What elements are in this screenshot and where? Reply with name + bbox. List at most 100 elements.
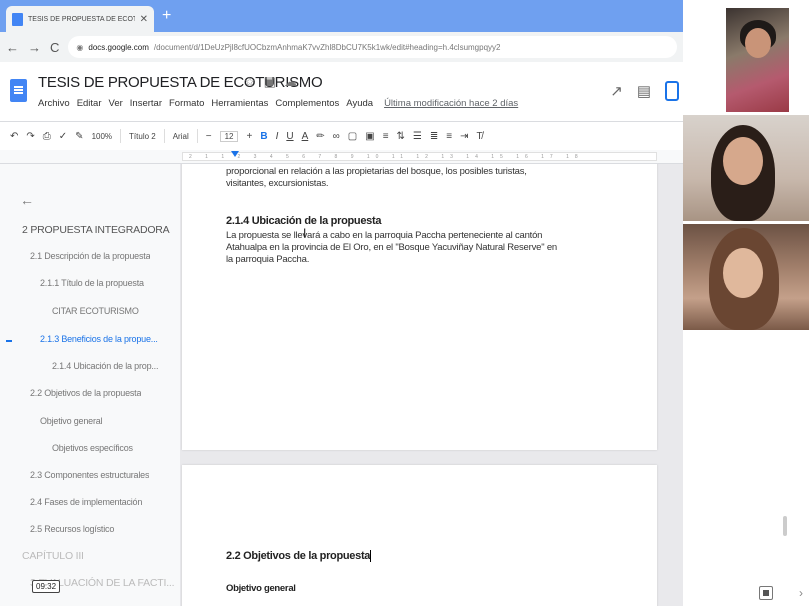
docs-header: TESIS DE PROPUESTA DE ECOTURISMO ☆ ▣ ☁ A… (0, 62, 683, 122)
header-actions: ↗ ▤ (610, 81, 679, 101)
outline-item-active[interactable]: 2.1.3 Beneficios de la propue... (40, 334, 158, 344)
toolbar-divider (163, 129, 165, 143)
menu-insertar[interactable]: Insertar (130, 98, 162, 109)
menu-ayuda[interactable]: Ayuda (346, 98, 373, 109)
outline-item[interactable]: Objetivos específicos (52, 443, 133, 453)
comment-add-icon[interactable]: ▢ (348, 131, 357, 142)
chevron-right-icon[interactable]: › (799, 586, 803, 600)
participant-face (723, 137, 763, 185)
url-input[interactable]: ◉ docs.google.com/document/d/1DeUzPjl8cf… (68, 36, 677, 58)
explore-button[interactable] (759, 586, 773, 600)
indent-icon[interactable]: ⇥ (460, 131, 468, 142)
link-icon[interactable]: ∞ (333, 131, 340, 142)
image-icon[interactable]: ▣ (365, 131, 374, 142)
outline-item[interactable]: 2.1.4 Ubicación de la prop... (52, 361, 158, 371)
clear-format-icon[interactable]: T̸ (477, 131, 483, 142)
formatting-toolbar: ↶ ↷ ⎙ ✓ ✎ 100% Título 2 Arial − 12 + B I… (0, 122, 683, 150)
close-outline-icon[interactable]: ← (20, 192, 34, 208)
underline-icon[interactable]: U (286, 131, 293, 142)
text-color-icon[interactable]: A (302, 131, 309, 142)
outline-item[interactable]: 2 PROPUESTA INTEGRADORA (22, 224, 170, 236)
checklist-icon[interactable]: ☰ (413, 131, 422, 142)
outline-item[interactable]: 2.5 Recursos logístico (30, 524, 114, 534)
outline-item[interactable]: 2.2 Objetivos de la propuesta (30, 388, 141, 398)
paragraph[interactable]: La propuesta se llevará a cabo en la par… (226, 230, 566, 266)
font-size-increase-icon[interactable]: + (246, 131, 252, 142)
new-tab-button[interactable]: + (162, 8, 171, 24)
menu-editar[interactable]: Editar (77, 98, 102, 109)
forward-icon[interactable]: → (28, 40, 41, 55)
tab-close-icon[interactable]: ✕ (140, 14, 148, 25)
menu-archivo[interactable]: Archivo (38, 98, 70, 109)
section-heading[interactable]: 2.2 Objetivos de la propuesta (226, 550, 372, 563)
docs-favicon-icon (12, 12, 23, 26)
clock-badge: 09:32 (32, 580, 61, 593)
document-page[interactable]: proporcional en relación a las propietar… (182, 164, 657, 450)
ruler-scale: 2 1 1 2 3 4 5 6 7 8 9 10 11 12 13 14 15 … (182, 152, 657, 161)
folder-icon[interactable]: ▣ (264, 74, 276, 90)
heading-text: 2.2 Objetivos de la propuesta (226, 550, 371, 562)
participant-video[interactable] (726, 8, 789, 112)
star-icon[interactable]: ☆ (244, 74, 256, 90)
address-bar-row: ← → C ◉ docs.google.com/document/d/1DeUz… (0, 32, 683, 62)
outline-item[interactable]: CITAR ECOTURISMO (52, 306, 139, 316)
font-size-input[interactable]: 12 (219, 130, 239, 142)
toolbar-divider (120, 129, 122, 143)
outline-item[interactable]: CAPÍTULO III (22, 550, 84, 562)
font-size-decrease-icon[interactable]: − (206, 131, 212, 142)
docs-logo-icon[interactable] (10, 79, 27, 102)
bullet-list-icon[interactable]: ≣ (430, 131, 438, 142)
undo-icon[interactable]: ↶ (10, 131, 18, 142)
url-domain: docs.google.com (88, 42, 149, 52)
back-icon[interactable]: ← (6, 40, 19, 55)
document-canvas[interactable]: proporcional en relación a las propietar… (180, 164, 683, 606)
activity-icon[interactable]: ↗ (610, 82, 623, 100)
document-page[interactable]: 2.2 Objetivos de la propuesta Objetivo g… (182, 465, 657, 606)
redo-icon[interactable]: ↷ (26, 131, 34, 142)
browser-tab[interactable]: TESIS DE PROPUESTA DE ECOTU ✕ (6, 6, 154, 32)
menu-complementos[interactable]: Complementos (275, 98, 339, 109)
participant-video[interactable] (683, 224, 809, 330)
paragraph[interactable]: proporcional en relación a las propietar… (226, 166, 566, 190)
font-select[interactable]: Arial (173, 132, 189, 141)
reload-icon[interactable]: C (50, 40, 59, 55)
zoom-select[interactable]: 100% (92, 132, 112, 141)
numbered-list-icon[interactable]: ≡ (446, 131, 452, 142)
comments-icon[interactable]: ▤ (637, 82, 651, 100)
menu-herramientas[interactable]: Herramientas (211, 98, 268, 109)
menu-ver[interactable]: Ver (109, 98, 123, 109)
video-call-panel: › (683, 0, 809, 606)
ruler: 2 1 1 2 3 4 5 6 7 8 9 10 11 12 13 14 15 … (0, 150, 683, 164)
participant-video[interactable] (683, 115, 809, 221)
outline-item[interactable]: 2.4 Fases de implementación (30, 497, 142, 507)
document-outline: ← 2 PROPUESTA INTEGRADORA 2.1 Descripció… (0, 164, 180, 606)
indent-marker-icon[interactable] (231, 151, 239, 157)
menu-formato[interactable]: Formato (169, 98, 204, 109)
participant-face (745, 28, 771, 58)
browser-tab-strip: TESIS DE PROPUESTA DE ECOTU ✕ + (0, 0, 683, 32)
align-icon[interactable]: ≡ (383, 131, 389, 142)
tab-title: TESIS DE PROPUESTA DE ECOTU (28, 15, 135, 23)
spellcheck-icon[interactable]: ✓ (59, 131, 67, 142)
outline-item[interactable]: 2.1.1 Título de la propuesta (40, 278, 144, 288)
present-icon[interactable] (665, 81, 679, 101)
menu-bar: Archivo Editar Ver Insertar Formato Herr… (38, 98, 518, 109)
italic-icon[interactable]: I (276, 131, 279, 142)
scrollbar[interactable] (783, 516, 787, 536)
last-modified-link[interactable]: Última modificación hace 2 días (384, 98, 518, 109)
print-icon[interactable]: ⎙ (43, 131, 51, 142)
toolbar-divider (196, 129, 198, 143)
style-select[interactable]: Título 2 (129, 132, 156, 141)
bold-icon[interactable]: B (260, 131, 267, 142)
subheading[interactable]: Objetivo general (226, 583, 296, 594)
text-cursor (370, 550, 372, 563)
paint-format-icon[interactable]: ✎ (75, 131, 83, 142)
highlight-icon[interactable]: ✏ (316, 131, 324, 142)
outline-item[interactable]: 2.3 Componentes estructurales (30, 470, 149, 480)
outline-item[interactable]: Objetivo general (40, 416, 102, 426)
url-path: /document/d/1DeUzPjl8cfUOCbzmAnhmaK7vvZh… (153, 42, 501, 52)
outline-item[interactable]: 2.1 Descripción de la propuesta (30, 251, 150, 261)
participant-face (723, 248, 763, 298)
line-spacing-icon[interactable]: ⇅ (397, 131, 405, 142)
lock-icon: ◉ (76, 42, 84, 52)
